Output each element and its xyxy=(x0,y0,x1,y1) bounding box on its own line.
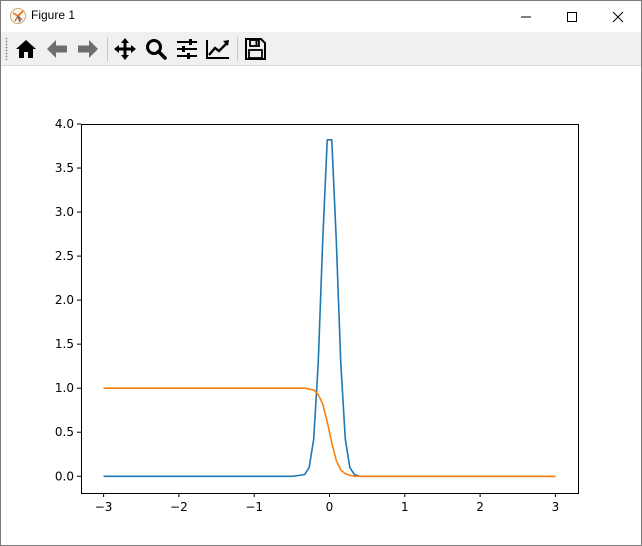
navigation-toolbar xyxy=(1,32,641,66)
y-tick-label: 0.0 xyxy=(55,469,74,483)
line-chart[interactable]: −3 −2 −1 0 1 2 3 0.0 0.5 1.0 1.5 2.0 2.5 3.0 3.5 4.0 xyxy=(1,66,641,545)
y-tick-label: 0.5 xyxy=(55,425,74,439)
x-tick-label: 0 xyxy=(326,500,334,514)
pan-icon xyxy=(114,38,136,60)
y-tick-label: 2.5 xyxy=(55,249,74,263)
y-tick-label: 2.0 xyxy=(55,293,74,307)
save-button[interactable] xyxy=(241,35,269,63)
figure-canvas[interactable]: −3 −2 −1 0 1 2 3 0.0 0.5 1.0 1.5 2.0 2.5 3.0 3.5 4.0 xyxy=(1,66,641,545)
forward-icon xyxy=(78,40,98,58)
customize-button[interactable] xyxy=(204,35,232,63)
close-button[interactable] xyxy=(595,1,641,32)
subplots-icon xyxy=(177,39,197,59)
subplots-button[interactable] xyxy=(173,35,201,63)
y-tick-label: 3.5 xyxy=(55,161,74,175)
toolbar-grip[interactable] xyxy=(5,37,8,60)
pan-button[interactable] xyxy=(111,35,139,63)
customize-icon xyxy=(206,40,229,59)
y-tick-label: 3.0 xyxy=(55,205,74,219)
x-tick-label: −3 xyxy=(95,500,113,514)
save-icon xyxy=(245,38,266,60)
zoom-icon xyxy=(146,39,167,60)
maximize-button[interactable] xyxy=(549,1,595,32)
x-tick-label: −1 xyxy=(245,500,263,514)
back-button[interactable] xyxy=(43,35,71,63)
series-line-2 xyxy=(103,387,556,478)
app-logo-icon xyxy=(9,7,27,25)
back-icon xyxy=(47,40,67,58)
forward-button[interactable] xyxy=(74,35,102,63)
y-tick-label: 1.0 xyxy=(55,381,74,395)
title-bar[interactable]: Figure 1 xyxy=(1,1,641,32)
x-tick-label: 1 xyxy=(401,500,409,514)
home-icon xyxy=(16,40,36,58)
minimize-icon xyxy=(521,16,531,17)
y-axis: 0.0 0.5 1.0 1.5 2.0 2.5 3.0 3.5 4.0 xyxy=(55,117,81,483)
y-tick-label: 1.5 xyxy=(55,337,74,351)
minimize-button[interactable] xyxy=(503,1,549,32)
series-lines xyxy=(103,139,556,478)
zoom-button[interactable] xyxy=(142,35,170,63)
window-title: Figure 1 xyxy=(31,8,76,22)
toolbar-separator xyxy=(237,37,238,61)
y-tick-label: 4.0 xyxy=(55,117,74,131)
x-tick-label: 3 xyxy=(552,500,560,514)
home-button[interactable] xyxy=(12,35,40,63)
x-axis: −3 −2 −1 0 1 2 3 xyxy=(95,493,559,514)
x-tick-label: 2 xyxy=(476,500,484,514)
series-line-1 xyxy=(103,139,556,478)
figure-window: Figure 1 −3 −2 −1 0 1 2 3 0.0 0.5 1.0 1.… xyxy=(0,0,642,546)
close-icon xyxy=(612,11,624,22)
toolbar-separator xyxy=(107,37,108,61)
maximize-icon xyxy=(567,11,577,22)
x-tick-label: −2 xyxy=(170,500,188,514)
